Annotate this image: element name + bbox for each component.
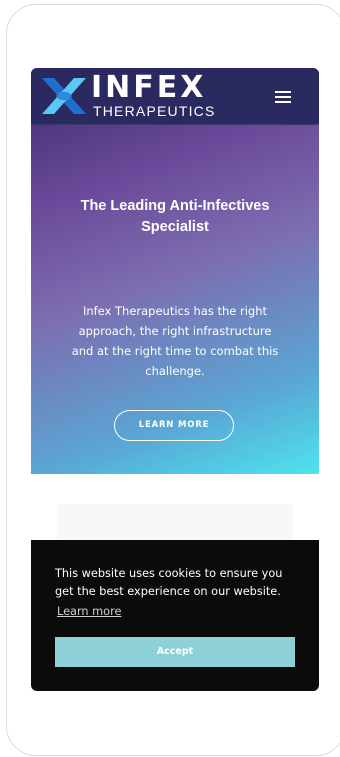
learn-more-button[interactable]: LEARN MORE	[114, 410, 234, 441]
site-header: INFEX THERAPEUTICS	[31, 68, 319, 125]
x-logo-icon[interactable]	[40, 74, 88, 118]
hero-section: INFEX THERAPEUTICS The Leading Anti-Infe…	[31, 68, 319, 474]
mobile-screen: INFEX THERAPEUTICS The Leading Anti-Infe…	[31, 68, 319, 691]
menu-bar	[275, 91, 291, 93]
brand-subtitle: THERAPEUTICS	[93, 103, 216, 119]
accept-button[interactable]: Accept	[55, 637, 295, 667]
cookie-banner: This website uses cookies to ensure you …	[31, 540, 319, 691]
cookie-message: This website uses cookies to ensure you …	[55, 567, 283, 598]
menu-bar	[275, 101, 291, 103]
cookie-learn-more-link[interactable]: Learn more	[57, 603, 121, 621]
hamburger-menu-icon[interactable]	[275, 91, 291, 104]
hero-title: The Leading Anti-Infectives Specialist	[80, 198, 270, 235]
menu-bar	[275, 96, 291, 98]
brand-name: INFEX	[91, 70, 207, 105]
hero-description: Infex Therapeutics has the right approac…	[71, 304, 279, 378]
